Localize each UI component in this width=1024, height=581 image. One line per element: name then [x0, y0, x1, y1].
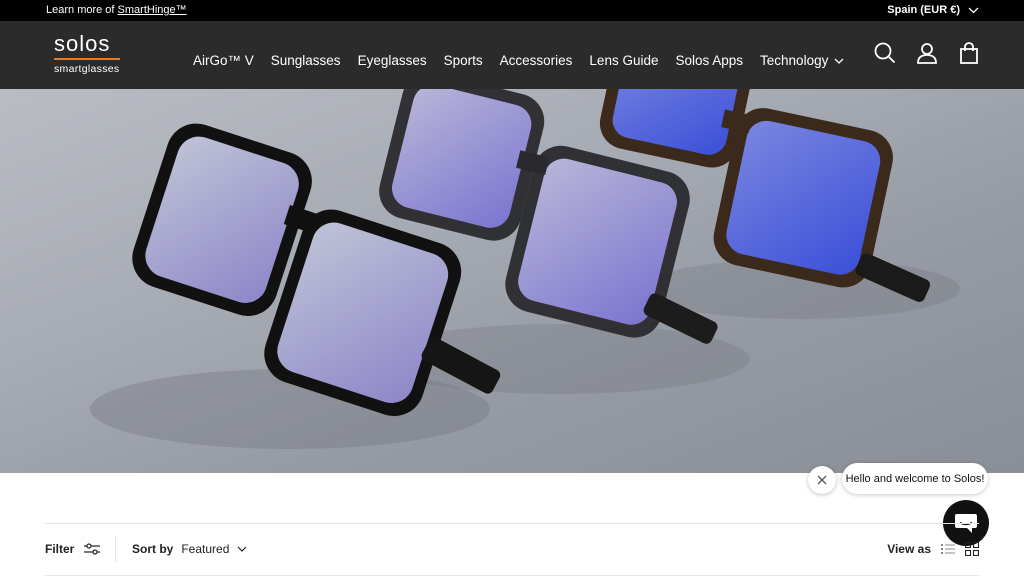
chat-dismiss-button[interactable] [808, 466, 836, 494]
logo-sub: smartglasses [54, 63, 120, 75]
chat-welcome-bubble[interactable]: Hello and welcome to Solos! [842, 463, 988, 494]
nav-solos-apps[interactable]: Solos Apps [675, 53, 743, 68]
solos-logo[interactable]: solos smartglasses [54, 33, 126, 75]
header-icons [874, 42, 980, 64]
hero-banner [0, 89, 1024, 473]
announcement-bar: Learn more of SmartHinge™ Spain (EUR €) [0, 0, 1024, 21]
cart-bag-icon[interactable] [958, 42, 980, 64]
view-as-controls: View as [887, 542, 979, 556]
region-label: Spain (EUR €) [887, 4, 960, 16]
nav-airgo[interactable]: AirGo™ V [193, 53, 254, 68]
nav-sunglasses[interactable]: Sunglasses [271, 53, 341, 68]
nav-technology-label: Technology [760, 53, 829, 68]
nav-eyeglasses[interactable]: Eyeglasses [358, 53, 427, 68]
announcement-prefix: Learn more of [46, 4, 118, 16]
chat-welcome-text: Hello and welcome to Solos! [845, 472, 985, 485]
nav-lens-guide[interactable]: Lens Guide [589, 53, 658, 68]
main-nav: AirGo™ V Sunglasses Eyeglasses Sports Ac… [193, 53, 844, 68]
toolbar-bottom-divider [45, 575, 979, 576]
account-icon[interactable] [916, 42, 938, 64]
search-icon[interactable] [874, 42, 896, 64]
hero-glasses-image [90, 89, 960, 449]
close-icon [817, 475, 827, 485]
nav-accessories[interactable]: Accessories [500, 53, 573, 68]
filter-label: Filter [45, 542, 75, 556]
sort-dropdown[interactable]: Sort by Featured [132, 542, 247, 556]
list-view-icon[interactable] [941, 543, 955, 555]
chevron-down-icon [237, 546, 247, 552]
logo-word: solos [54, 31, 111, 56]
filter-button[interactable]: Filter [45, 542, 101, 556]
nav-sports[interactable]: Sports [444, 53, 483, 68]
region-selector[interactable]: Spain (EUR €) [887, 4, 979, 16]
filter-sort-divider [115, 537, 116, 562]
grid-view-icon[interactable] [965, 542, 979, 556]
logo-accent-bar [54, 58, 120, 60]
sort-label: Sort by [132, 542, 174, 556]
collection-toolbar: Filter Sort by Featured View as [45, 524, 979, 575]
sort-value: Featured [181, 542, 230, 556]
site-header: solos smartglasses AirGo™ V Sunglasses E… [0, 21, 1024, 89]
chevron-down-icon [834, 58, 844, 64]
nav-technology[interactable]: Technology [760, 53, 844, 68]
sliders-icon [84, 543, 101, 555]
view-as-label: View as [887, 542, 931, 556]
chevron-down-icon [968, 7, 979, 13]
smarthinge-link[interactable]: SmartHinge™ [118, 4, 187, 16]
announcement-text: Learn more of SmartHinge™ [46, 4, 187, 16]
